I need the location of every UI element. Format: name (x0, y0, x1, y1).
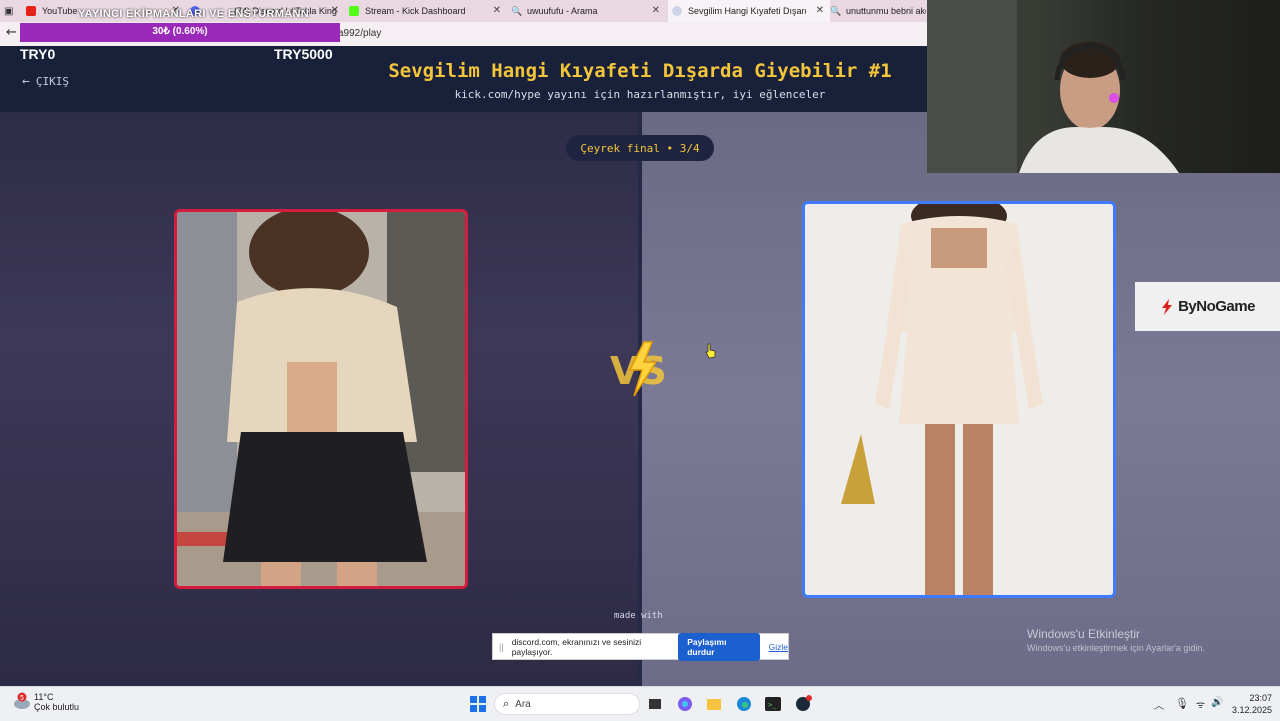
weather-widget[interactable]: 5 11°C Çok bulutlu (12, 692, 79, 712)
page-subtitle: kick.com/hype yayını için hazırlanmıştır… (454, 88, 826, 101)
round-badge: Çeyrek final • 3/4 (566, 135, 714, 161)
made-with-label: made with (614, 611, 663, 621)
wifi-icon[interactable]: ᯤ (1196, 697, 1205, 711)
task-view-icon[interactable] (646, 695, 664, 713)
tab-label: uwuufufu - Arama (527, 6, 598, 16)
tab-active-page[interactable]: Sevgilim Hangi Kıyafeti Dışarda Gi ✕ (668, 0, 830, 22)
close-icon[interactable]: ✕ (493, 5, 501, 16)
page-title: Sevgilim Hangi Kıyafeti Dışarda Giyebili… (388, 60, 892, 82)
temperature: 11°C (34, 692, 54, 702)
weather-condition: Çok bulutlu (34, 702, 80, 712)
file-explorer-icon[interactable] (705, 695, 723, 713)
tab-label: Stream - Kick Dashboard (365, 6, 466, 16)
arrow-left-icon: ← (22, 74, 30, 89)
back-arrow-icon[interactable]: ← (6, 25, 17, 40)
copilot-icon[interactable] (676, 695, 694, 713)
cloud-icon: 5 (14, 692, 30, 709)
sponsor-banner: ByNoGame (1135, 282, 1280, 331)
screen-share-bar: || discord.com, ekranınızı ve sesinizi p… (492, 632, 789, 661)
youtube-icon (26, 6, 36, 16)
stop-sharing-button[interactable]: Paylaşımı durdur (678, 632, 760, 661)
share-message: discord.com, ekranınızı ve sesinizi payl… (511, 636, 642, 657)
search-icon: 🔍 (830, 6, 842, 16)
search-icon: ⌕ (503, 697, 510, 710)
exit-label: ÇIKIŞ (35, 75, 69, 88)
outfit-photo-left (177, 212, 465, 586)
donation-progress-bar: 30₺ (0.60%) (20, 23, 340, 42)
chevron-up-icon[interactable]: ︿ (1154, 697, 1164, 712)
close-icon[interactable]: ✕ (816, 5, 824, 16)
search-icon: 🔍 (511, 6, 523, 16)
overlay-goal-title: YAYINCI EKİPMANLARI VE ENSTURMANN (78, 8, 309, 20)
tab-actions-icon[interactable]: ▣ (4, 0, 18, 22)
close-icon[interactable]: ✕ (652, 5, 660, 16)
volume-icon[interactable]: 🔊 (1211, 697, 1223, 708)
taskbar (0, 686, 1280, 721)
hand-cursor-icon (705, 343, 716, 359)
weather-badge: 5 (20, 694, 24, 702)
goal-start-amount: TRY0 (20, 46, 56, 62)
windows-activation-subtitle: Windows'u etkinleştirmek için Ayarlar'a … (1027, 643, 1205, 653)
windows-start-icon[interactable] (469, 695, 487, 713)
search-placeholder: Ara (515, 698, 531, 710)
option-card-right[interactable] (802, 201, 1116, 598)
clock-date: 3.12.2025 (1232, 705, 1273, 715)
drag-handle-icon[interactable]: || (499, 642, 504, 652)
exit-button[interactable]: ← ÇIKIŞ (22, 74, 69, 89)
url-text[interactable]: a992/play (338, 28, 381, 39)
clock-time: 23:07 (1249, 693, 1273, 703)
center-divider (638, 112, 642, 686)
svg-text:>_: >_ (768, 701, 777, 709)
bynogame-logo-icon (1162, 298, 1173, 315)
progress-label: 30₺ (0.60%) (152, 26, 208, 37)
tab-label: unuttunmu bebni akor (846, 6, 926, 16)
tab-kick-dashboard[interactable]: Stream - Kick Dashboard ✕ (349, 0, 507, 22)
close-icon[interactable]: ✕ (331, 5, 339, 16)
webcam-feed (927, 0, 1280, 173)
steam-icon[interactable] (794, 695, 812, 713)
tab-search-akor[interactable]: 🔍 unuttunmu bebni akor (830, 0, 927, 22)
hide-link[interactable]: Gizle (769, 642, 788, 652)
page-icon (672, 6, 682, 16)
outfit-photo-right (805, 204, 1113, 595)
option-card-left[interactable] (174, 209, 468, 589)
tab-search-uwuufufu[interactable]: 🔍 uwuufufu - Arama ✕ (511, 0, 666, 22)
microphone-icon[interactable]: 🎙 (1175, 697, 1189, 710)
kick-icon (349, 6, 359, 16)
vs-emblem: VS (610, 341, 667, 397)
tab-label: Sevgilim Hangi Kıyafeti Dışarda Gi (688, 6, 806, 16)
webcam-image (927, 0, 1179, 173)
sponsor-label: ByNoGame (1178, 298, 1255, 315)
tab-label: YouTube (42, 6, 78, 16)
taskbar-search[interactable]: ⌕ Ara (494, 693, 640, 715)
system-clock[interactable]: 23:07 3.12.2025 (1232, 692, 1272, 716)
terminal-icon[interactable]: >_ (764, 695, 782, 713)
windows-activation-title: Windows'u Etkinleştir (1027, 627, 1140, 641)
edge-browser-icon[interactable] (735, 695, 753, 713)
